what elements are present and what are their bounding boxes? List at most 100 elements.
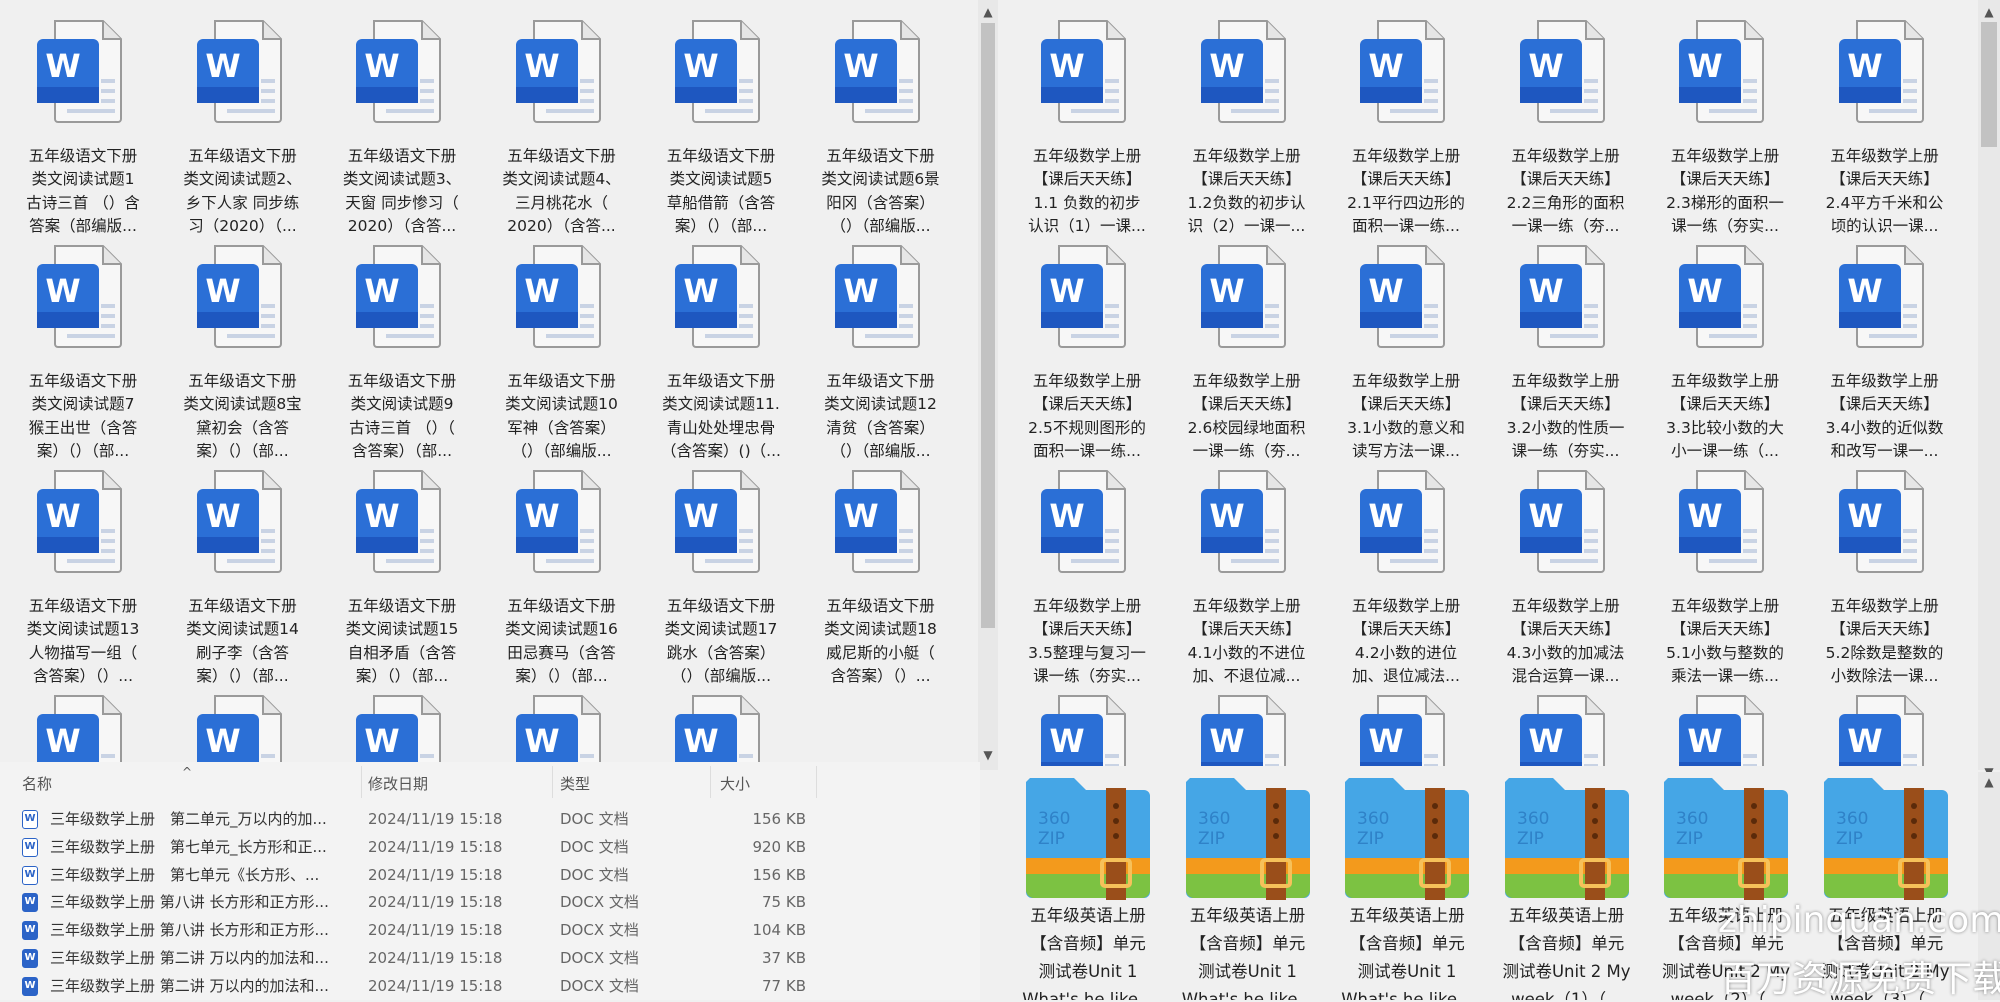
svg-text:W: W [1368, 722, 1403, 760]
file-item[interactable]: W 五年级数学上册 【课后天天练】 3.2小数的性质一 课一练（夯实... [1490, 244, 1642, 464]
file-name-line: 【课后天天练】 [1032, 170, 1142, 189]
file-item[interactable]: W 五年级数学上册 【课后天天练】 4.1小数的不进位 加、不退位减... [1171, 469, 1323, 689]
file-name-line: 类文阅读试题18 [824, 620, 937, 639]
column-divider[interactable] [816, 766, 817, 798]
file-item[interactable]: W 五年级语文下册 类文阅读试题11. 青山处处埋忠骨 （含答案）()（... [645, 244, 797, 464]
file-name-line: 2.2三角形的面积 [1506, 193, 1625, 212]
file-item[interactable]: W 五年级语文下册 类文阅读试题3、 天窗 同步惨习（ 2020）（含答... [326, 19, 478, 239]
svg-text:W: W [524, 722, 559, 760]
file-item[interactable]: W 五年级数学上册 【课后天天练】 4.3小数的加减法 混合运算一课... [1490, 469, 1642, 689]
file-item[interactable]: W 五年级语文下册 类文阅读试题8宝 黛初会（含答 案）（）（部... [167, 244, 319, 464]
file-name-label: 五年级语文下册 类文阅读试题16 田忌赛马（含答 案）（）（部... [486, 595, 638, 689]
zip-file-item[interactable]: 360 ZIP 五年级英语上册 【含音频】单元 测试卷Unit 1 What's he … [1012, 772, 1164, 1000]
file-name-line: 五年级英语上册 [1189, 906, 1306, 925]
scroll-thumb[interactable] [981, 23, 995, 628]
file-item[interactable]: W 五年级语文下册 类文阅读试题16 田忌赛马（含答 案）（）（部... [486, 469, 638, 689]
file-item[interactable]: W 五年级数学上册 【课后天天练】 2.1平行四边形的 面积一课一练... [1330, 19, 1482, 239]
file-item[interactable]: W 五年级语文下册 类文阅读试题7 猴王出世（含答 案）（）（部... [7, 244, 159, 464]
file-item[interactable]: W 五年级数学上册 【课后天天练】 1.1 负数的初步 认识（1）一课... [1011, 19, 1163, 239]
file-name-line: 4.3小数的加减法 [1506, 643, 1625, 662]
file-name-line: 五年级语文下册 [666, 597, 776, 615]
file-item[interactable]: W 五年级语文下册 类文阅读试题5 草船借箭（含答 案）（）（部... [645, 19, 797, 239]
scroll-up-arrow[interactable]: ▲ [1978, 772, 2000, 792]
column-header-date[interactable]: 修改日期 [368, 766, 428, 802]
scroll-up-arrow[interactable]: ▲ [1978, 2, 2000, 22]
svg-text:W: W [205, 272, 240, 310]
file-name-line: 顷的认识一课... [1830, 217, 1939, 236]
file-row[interactable]: W 三年级数学上册 第八讲 长方形和正方形... 2024/11/19 15:1… [0, 917, 830, 944]
file-item[interactable]: W 五年级语文下册 类文阅读试题15 自相矛盾（含答 案）（）（部... [326, 469, 478, 689]
file-row[interactable]: W 三年级数学上册 第七单元《长方形、... 2024/11/19 15:18 … [0, 862, 830, 889]
file-item[interactable]: W [486, 694, 638, 762]
file-item[interactable]: W 五年级数学上册 【课后天天练】 4.2小数的进位 加、退位减法... [1330, 469, 1482, 689]
file-item[interactable]: W 五年级语文下册 类文阅读试题9 古诗三首 （）（ 含答案）（部... [326, 244, 478, 464]
file-item[interactable]: W 五年级语文下册 类文阅读试题6景 阳冈（含答案） （）（部编版... [805, 19, 957, 239]
file-name-line: 【课后天天练】 [1351, 170, 1461, 189]
file-name-line: 【课后天天练】 [1032, 395, 1142, 414]
file-item[interactable]: W 五年级数学上册 【课后天天练】 3.4小数的近似数 和改写一课一... [1809, 244, 1961, 464]
file-item[interactable]: W [167, 694, 319, 762]
file-item[interactable]: W [1011, 694, 1163, 766]
file-item[interactable]: W [1330, 694, 1482, 766]
file-item[interactable]: W [326, 694, 478, 762]
file-name: 三年级数学上册 第七单元《长方形、... [50, 865, 320, 884]
column-header-type[interactable]: 类型 [560, 766, 590, 802]
file-item[interactable]: W 五年级数学上册 【课后天天练】 2.5不规则图形的 面积一课一练... [1011, 244, 1163, 464]
file-item[interactable]: W 五年级语文下册 类文阅读试题12 清贫（含答案） （）（部编版... [805, 244, 957, 464]
scroll-down-arrow[interactable]: ▼ [978, 745, 998, 765]
scroll-thumb[interactable] [1981, 22, 1997, 147]
file-item[interactable]: W 五年级数学上册 【课后天天练】 5.1小数与整数的 乘法一课一练... [1649, 469, 1801, 689]
file-item[interactable]: W 五年级数学上册 【课后天天练】 3.1小数的意义和 读写方法一课... [1330, 244, 1482, 464]
file-name-label: 五年级数学上册 【课后天天练】 4.1小数的不进位 加、不退位减... [1171, 595, 1323, 689]
file-item[interactable]: W 五年级语文下册 类文阅读试题17 跳水（含答案） （）（部编版... [645, 469, 797, 689]
file-item[interactable]: W 五年级数学上册 【课后天天练】 2.6校园绿地面积 一课一练（夯... [1171, 244, 1323, 464]
file-item[interactable]: W [1171, 694, 1323, 766]
file-item[interactable]: W 五年级数学上册 【课后天天练】 3.3比较小数的大 小一课一练（... [1649, 244, 1801, 464]
file-item[interactable]: W 五年级数学上册 【课后天天练】 1.2负数的初步认 识（2）一课一... [1171, 19, 1323, 239]
column-divider[interactable] [710, 766, 711, 798]
column-header-size[interactable]: 大小 [720, 766, 750, 802]
file-item[interactable]: W 五年级数学上册 【课后天天练】 2.2三角形的面积 一课一练（夯... [1490, 19, 1642, 239]
file-item[interactable]: W [645, 694, 797, 762]
file-row[interactable]: W 三年级数学上册 第七单元_长方形和正... 2024/11/19 15:18… [0, 834, 830, 861]
file-row[interactable]: W 三年级数学上册 第二讲 万以内的加法和... 2024/11/19 15:1… [0, 973, 830, 1000]
file-item[interactable]: W 五年级数学上册 【课后天天练】 3.5整理与复习一 课一练（夯实... [1011, 469, 1163, 689]
file-item[interactable]: W [1490, 694, 1642, 766]
file-item[interactable]: W 五年级语文下册 类文阅读试题4、 三月桃花水（ 2020）（含答... [486, 19, 638, 239]
file-name: 三年级数学上册 第二讲 万以内的加法和... [50, 949, 329, 967]
file-item[interactable]: W 五年级语文下册 类文阅读试题13 人物描写一组（ 含答案）（）... [7, 469, 159, 689]
scroll-up-arrow[interactable]: ▲ [978, 2, 998, 22]
right-scrollbar[interactable]: ▲ ▼ [1978, 0, 2000, 779]
file-name-line: 黛初会（含答 [195, 418, 289, 437]
file-item[interactable]: W 五年级语文下册 类文阅读试题14 刷子李（含答 案）（）（部... [167, 469, 319, 689]
zip-file-item[interactable]: 360 ZIP 五年级英语上册 【含音频】单元 测试卷Unit 1 What's he … [1331, 772, 1483, 1000]
zip-file-item[interactable]: 360 ZIP 五年级英语上册 【含音频】单元 测试卷Unit 1 What's he … [1172, 772, 1324, 1000]
file-item[interactable]: W 五年级数学上册 【课后天天练】 2.3梯形的面积一 课一练（夯实... [1649, 19, 1801, 239]
file-name-line: 五年级语文下册 [507, 147, 616, 165]
file-item[interactable]: W [7, 694, 159, 762]
left-scrollbar[interactable]: ▲ ▼ [978, 0, 998, 770]
file-name-line: 五年级数学上册 [1511, 147, 1620, 165]
file-item[interactable]: W [1649, 694, 1801, 766]
column-divider[interactable] [552, 766, 553, 798]
file-name-line: 类文阅读试题5 [669, 170, 773, 189]
file-item[interactable]: W 五年级数学上册 【课后天天练】 5.2除数是整数的 小数除法一课... [1809, 469, 1961, 689]
file-item[interactable]: W 五年级语文下册 类文阅读试题18 威尼斯的小艇（ 含答案）（）... [805, 469, 957, 689]
file-row[interactable]: W 三年级数学上册 第二单元_万以内的加... 2024/11/19 15:18… [0, 806, 830, 833]
file-row[interactable]: W 三年级数学上册 第八讲 长方形和正方形... 2024/11/19 15:1… [0, 889, 830, 916]
file-name: 三年级数学上册 第八讲 长方形和正方形... [50, 921, 329, 940]
zip-file-item[interactable]: 360 ZIP 五年级英语上册 【含音频】单元 测试卷Unit 2 My week（1）… [1491, 772, 1643, 1000]
column-divider[interactable] [361, 766, 362, 798]
svg-text:ZIP: ZIP [1517, 829, 1544, 849]
column-header-name[interactable]: 名称 [22, 766, 52, 802]
file-item[interactable]: W [1809, 694, 1961, 766]
file-name-line: 自相矛盾（含答 [347, 643, 457, 662]
file-item[interactable]: W 五年级数学上册 【课后天天练】 2.4平方千米和公 顷的认识一课... [1809, 19, 1961, 239]
file-name-line: 五年级数学上册 [1032, 147, 1142, 165]
file-row[interactable]: W 三年级数学上册 第二讲 万以内的加法和... 2024/11/19 15:1… [0, 945, 830, 972]
file-item[interactable]: W 五年级语文下册 类文阅读试题2、 乡下人家 同步练 习（2020）（... [167, 19, 319, 239]
file-item[interactable]: W 五年级语文下册 类文阅读试题1 古诗三首 （）含 答案（部编版... [7, 19, 159, 239]
file-name-line: 五年级英语上册 [1508, 906, 1625, 925]
file-name-label: 五年级数学上册 【课后天天练】 2.1平行四边形的 面积一课一练... [1330, 145, 1482, 239]
file-item[interactable]: W 五年级语文下册 类文阅读试题10 军神（含答案） （）（部编版... [486, 244, 638, 464]
